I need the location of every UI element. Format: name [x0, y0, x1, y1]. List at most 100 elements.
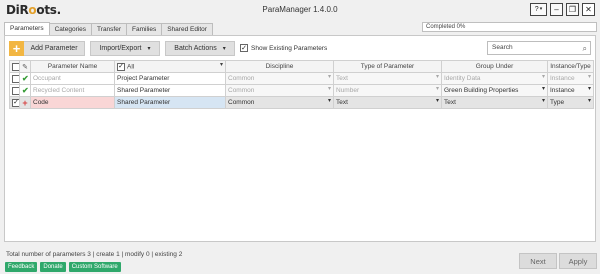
group-select[interactable]: Text ▾	[441, 96, 548, 109]
search-placeholder: Search	[492, 44, 513, 51]
chevron-down-icon: ▾	[587, 74, 591, 80]
import-export-label: Import/Export	[99, 44, 142, 52]
search-icon[interactable]: ⌕	[583, 43, 587, 55]
row-checkbox[interactable]: ✓	[12, 98, 19, 107]
header-type-filter[interactable]: ✓ All ▾	[114, 60, 226, 73]
custom-software-link[interactable]: Custom Software	[68, 262, 121, 272]
add-parameter-button[interactable]: Add Parameter	[24, 40, 85, 56]
discipline-select[interactable]: Common ▾	[225, 96, 334, 109]
parameter-name-cell[interactable]: Code	[30, 96, 115, 109]
tab-shared-editor[interactable]: Shared Editor	[161, 23, 213, 35]
group-select[interactable]: Green Building Properties ▾	[441, 84, 548, 97]
window-title: ParaManager 1.4.0.0	[262, 5, 338, 14]
chevron-down-icon: ▾	[327, 86, 331, 92]
close-button[interactable]: ✕	[582, 3, 595, 16]
header-type-of-parameter[interactable]: Type of Parameter	[333, 60, 442, 73]
discipline-select[interactable]: Common ▾	[225, 84, 334, 97]
chevron-down-icon: ▾	[587, 86, 591, 92]
type-select[interactable]: Text ▾	[333, 72, 442, 85]
row-state-cell: ✔	[19, 84, 31, 97]
row-state-cell: +	[19, 96, 31, 109]
show-existing-label: Show Existing Parameters	[251, 44, 328, 52]
chevron-down-icon: ▾	[541, 86, 545, 92]
restore-icon: ❐	[568, 4, 577, 14]
restore-button[interactable]: ❐	[566, 3, 579, 16]
filter-all-label: All	[127, 63, 135, 71]
donate-link[interactable]: Donate	[40, 262, 66, 272]
window-controls: ? ▾ – ❐ ✕	[530, 3, 595, 16]
tab-parameters[interactable]: Parameters	[4, 22, 50, 35]
parameter-type-cell[interactable]: Shared Parameter	[114, 84, 226, 97]
row-select-cell[interactable]	[9, 84, 20, 97]
type-value: Number	[336, 87, 360, 94]
tab-transfer[interactable]: Transfer	[91, 23, 128, 35]
filter-all-checkbox[interactable]: ✓	[117, 62, 125, 71]
parameter-type-cell[interactable]: Project Parameter	[114, 72, 226, 85]
parameter-name-cell[interactable]: Recycled Content	[30, 84, 115, 97]
header-instance-type[interactable]: Instance/Type	[547, 60, 594, 73]
group-value: Green Building Properties	[444, 87, 519, 94]
toolbar: + Add Parameter Import/Export ▾ Batch Act…	[9, 40, 327, 56]
instance-value: Instance	[550, 75, 575, 82]
select-all-checkbox[interactable]	[12, 62, 19, 71]
chevron-down-icon: ▾	[222, 45, 226, 52]
parameters-table: ✎ Parameter Name ✓ All ▾ Discipline Type o…	[9, 60, 594, 109]
select-all-cell[interactable]	[9, 60, 20, 73]
batch-actions-dropdown[interactable]: Batch Actions ▾	[165, 40, 235, 56]
add-parameter-group[interactable]: + Add Parameter	[9, 40, 85, 56]
row-checkbox[interactable]	[12, 86, 19, 95]
table-row[interactable]: ✔ Recycled Content Shared Parameter Comm…	[9, 84, 594, 97]
parameter-name-cell[interactable]: Occupant	[30, 72, 115, 85]
chevron-down-icon: ▾	[435, 98, 439, 104]
import-export-dropdown[interactable]: Import/Export ▾	[90, 40, 160, 56]
progress-text: Completed 0%	[426, 24, 466, 30]
minimize-button[interactable]: –	[550, 3, 563, 16]
new-parameter-icon: +	[22, 97, 28, 108]
table-header-row: ✎ Parameter Name ✓ All ▾ Discipline Type o…	[9, 60, 594, 73]
search-input[interactable]: Search ⌕	[487, 41, 591, 55]
plus-icon[interactable]: +	[9, 40, 24, 56]
show-existing-toggle[interactable]: ✓ Show Existing Parameters	[240, 44, 327, 52]
chevron-down-icon: ▾	[219, 62, 223, 68]
instance-select[interactable]: Instance ▾	[547, 72, 594, 85]
chevron-down-icon: ▾	[587, 98, 591, 104]
instance-select[interactable]: Instance ▾	[547, 84, 594, 97]
row-checkbox[interactable]	[12, 74, 19, 83]
edit-column-header: ✎	[19, 60, 31, 73]
feedback-link[interactable]: Feedback	[5, 262, 38, 272]
batch-actions-label: Batch Actions	[174, 44, 217, 52]
row-select-cell[interactable]	[9, 72, 20, 85]
header-discipline[interactable]: Discipline	[225, 60, 334, 73]
chevron-down-icon: ▾	[327, 74, 331, 80]
type-value: Text	[336, 75, 348, 82]
help-icon: ?	[534, 6, 539, 13]
progress-bar: Completed 0%	[422, 22, 597, 32]
type-select[interactable]: Text ▾	[333, 96, 442, 109]
discipline-value: Common	[228, 87, 255, 94]
parameter-type-cell[interactable]: Shared Parameter	[114, 96, 226, 109]
table-row[interactable]: ✓ + Code Shared Parameter Common ▾ Text ▾ …	[9, 96, 594, 109]
checkmark-icon: ✔	[22, 74, 29, 83]
row-select-cell[interactable]: ✓	[9, 96, 20, 109]
show-existing-checkbox[interactable]: ✓	[240, 44, 248, 52]
apply-button[interactable]: Apply	[559, 253, 597, 269]
instance-select[interactable]: Type ▾	[547, 96, 594, 109]
title-bar: DiRoots. ParaManager 1.4.0.0 ? ▾ – ❐ ✕	[0, 0, 600, 20]
footer-links: Feedback Donate Custom Software	[5, 262, 121, 272]
next-button[interactable]: Next	[519, 253, 557, 269]
tab-families[interactable]: Families	[126, 23, 163, 35]
table-row[interactable]: ✔ Occupant Project Parameter Common ▾ Tex…	[9, 72, 594, 85]
tab-categories[interactable]: Categories	[48, 23, 93, 35]
header-group-under[interactable]: Group Under	[441, 60, 548, 73]
group-select[interactable]: Identity Data ▾	[441, 72, 548, 85]
chevron-down-icon: ▾	[435, 86, 439, 92]
chevron-down-icon: ▾	[541, 74, 545, 80]
row-state-cell: ✔	[19, 72, 31, 85]
instance-value: Type	[550, 99, 565, 106]
discipline-select[interactable]: Common ▾	[225, 72, 334, 85]
header-parameter-name[interactable]: Parameter Name	[30, 60, 115, 73]
chevron-down-icon: ▾	[435, 74, 439, 80]
parameters-panel: + Add Parameter Import/Export ▾ Batch Act…	[4, 35, 596, 242]
help-button[interactable]: ? ▾	[530, 3, 547, 16]
type-select[interactable]: Number ▾	[333, 84, 442, 97]
